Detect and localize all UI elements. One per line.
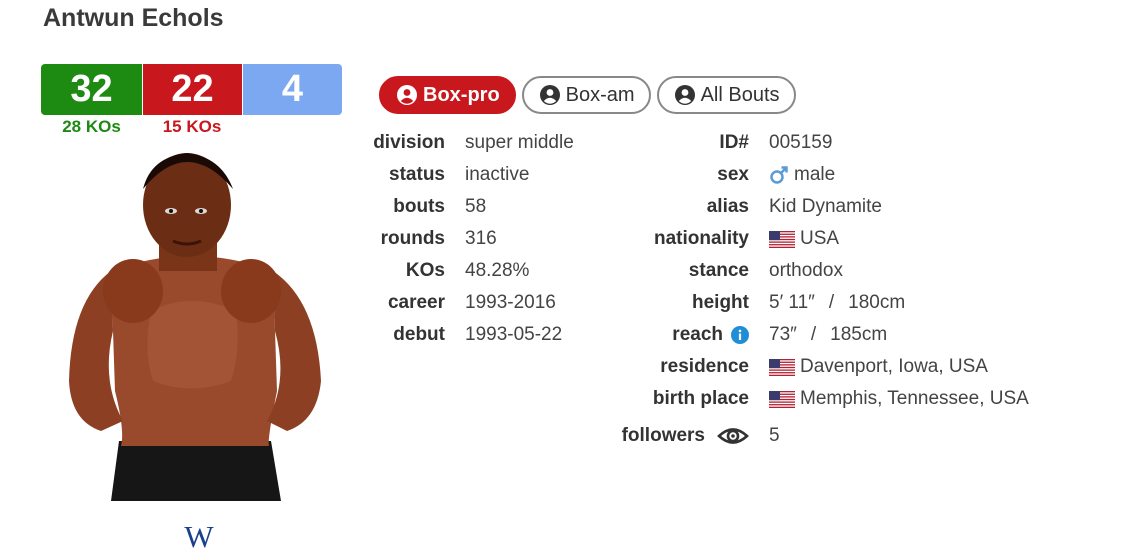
sex-value: male	[794, 164, 836, 185]
info-row-reach: reach 73″ / 185cm	[600, 319, 1029, 351]
info-value: 316	[465, 228, 497, 249]
nationality-value: USA	[800, 228, 840, 249]
eye-icon[interactable]	[717, 425, 749, 447]
info-label: division	[373, 132, 445, 153]
reach-label: reach	[672, 324, 723, 345]
personal-info-table: ID# 005159 sex male alias Kid Dynamite n…	[600, 127, 1029, 452]
tab-label: All Bouts	[700, 83, 780, 106]
info-label: reach	[600, 324, 749, 346]
info-value: 5	[769, 425, 780, 446]
info-label: debut	[393, 324, 445, 345]
info-label: sex	[717, 164, 749, 185]
info-label: nationality	[653, 228, 749, 249]
info-value: 1993-2016	[465, 292, 556, 313]
info-row-followers: followers 5	[600, 420, 1029, 452]
followers-label: followers	[621, 425, 705, 446]
info-label: birth place	[652, 388, 749, 409]
info-value: Memphis, Tennessee, USA	[769, 388, 1029, 410]
info-row-birth-place: birth place Memphis, Tennessee, USA	[600, 383, 1029, 415]
draws-column: 4	[242, 64, 342, 137]
info-icon[interactable]	[731, 326, 749, 344]
us-flag-icon	[769, 390, 795, 408]
info-value: 5′ 11″ / 180cm	[769, 292, 905, 314]
info-row-status: status inactive	[360, 159, 574, 191]
info-row-bouts: bouts 58	[360, 191, 574, 223]
info-value: inactive	[465, 164, 530, 185]
boxer-photo-illustration	[41, 141, 343, 501]
info-value: 1993-05-22	[465, 324, 563, 345]
record-summary: 32 28 KOs 22 15 KOs 4	[41, 64, 342, 137]
info-row-rounds: rounds 316	[360, 223, 574, 255]
info-row-kos: KOs 48.28%	[360, 255, 574, 287]
residence-value[interactable]: Davenport, Iowa, USA	[800, 356, 988, 378]
info-label: alias	[706, 196, 749, 217]
info-value: 58	[465, 196, 487, 217]
info-label: status	[389, 164, 445, 185]
male-symbol-icon	[770, 166, 788, 184]
draws-count: 4	[243, 64, 342, 115]
us-flag-icon	[769, 358, 795, 376]
info-row-career: career 1993-2016	[360, 287, 574, 319]
info-value: 48.28%	[465, 260, 530, 281]
tab-label: Box-pro	[423, 83, 500, 106]
info-label: residence	[660, 356, 749, 377]
wikipedia-link[interactable]: W	[181, 522, 217, 555]
us-flag-icon	[769, 230, 795, 248]
info-value: Kid Dynamite	[769, 196, 882, 217]
losses-kos: 15 KOs	[162, 117, 222, 136]
info-row-debut: debut 1993-05-22	[360, 319, 574, 351]
record-tabs: Box-pro Box-am All Bouts	[379, 76, 802, 114]
info-value: USA	[769, 228, 839, 250]
career-info-table: division super middle status inactive bo…	[360, 127, 574, 351]
reach-imperial: 73″	[769, 324, 797, 345]
reach-metric: 185cm	[830, 324, 888, 345]
tab-label: Box-am	[565, 83, 635, 106]
tab-box-pro[interactable]: Box-pro	[379, 76, 516, 114]
wins-count: 32	[41, 64, 142, 115]
user-circle-icon	[539, 85, 560, 105]
info-row-division: division super middle	[360, 127, 574, 159]
info-row-sex: sex male	[600, 159, 1029, 191]
info-row-id: ID# 005159	[600, 127, 1029, 159]
info-row-nationality: nationality USA	[600, 223, 1029, 255]
info-label: ID#	[719, 132, 749, 153]
tab-all-bouts[interactable]: All Bouts	[656, 76, 796, 114]
info-label: followers	[600, 425, 749, 447]
birth-place-value[interactable]: Memphis, Tennessee, USA	[800, 388, 1029, 410]
info-label: stance	[688, 260, 749, 281]
losses-count: 22	[143, 64, 242, 115]
boxer-photo	[41, 141, 343, 501]
info-label: height	[692, 292, 749, 313]
wikipedia-icon: W	[184, 522, 214, 554]
user-circle-icon	[397, 85, 417, 105]
boxer-name: Antwun Echols	[43, 4, 224, 32]
height-imperial: 5′ 11″	[769, 292, 815, 313]
info-value: Davenport, Iowa, USA	[769, 356, 988, 378]
losses-column: 22 15 KOs	[142, 64, 242, 137]
height-separator: /	[828, 292, 835, 313]
wins-kos: 28 KOs	[62, 117, 121, 136]
info-value: 73″ / 185cm	[769, 324, 887, 346]
info-value: super middle	[465, 132, 574, 153]
info-value: orthodox	[769, 260, 843, 281]
user-circle-icon	[674, 85, 695, 105]
info-row-alias: alias Kid Dynamite	[600, 191, 1029, 223]
info-row-stance: stance orthodox	[600, 255, 1029, 287]
height-metric: 180cm	[848, 292, 906, 313]
info-row-height: height 5′ 11″ / 180cm	[600, 287, 1029, 319]
reach-separator: /	[810, 324, 817, 345]
info-label: career	[387, 292, 445, 313]
wins-column: 32 28 KOs	[41, 64, 142, 137]
info-row-residence: residence Davenport, Iowa, USA	[600, 351, 1029, 383]
info-value: male	[769, 164, 835, 186]
info-label: KOs	[405, 260, 445, 281]
info-label: rounds	[380, 228, 445, 249]
info-label: bouts	[393, 196, 445, 217]
tab-box-am[interactable]: Box-am	[521, 76, 651, 114]
info-value: 005159	[769, 132, 833, 153]
